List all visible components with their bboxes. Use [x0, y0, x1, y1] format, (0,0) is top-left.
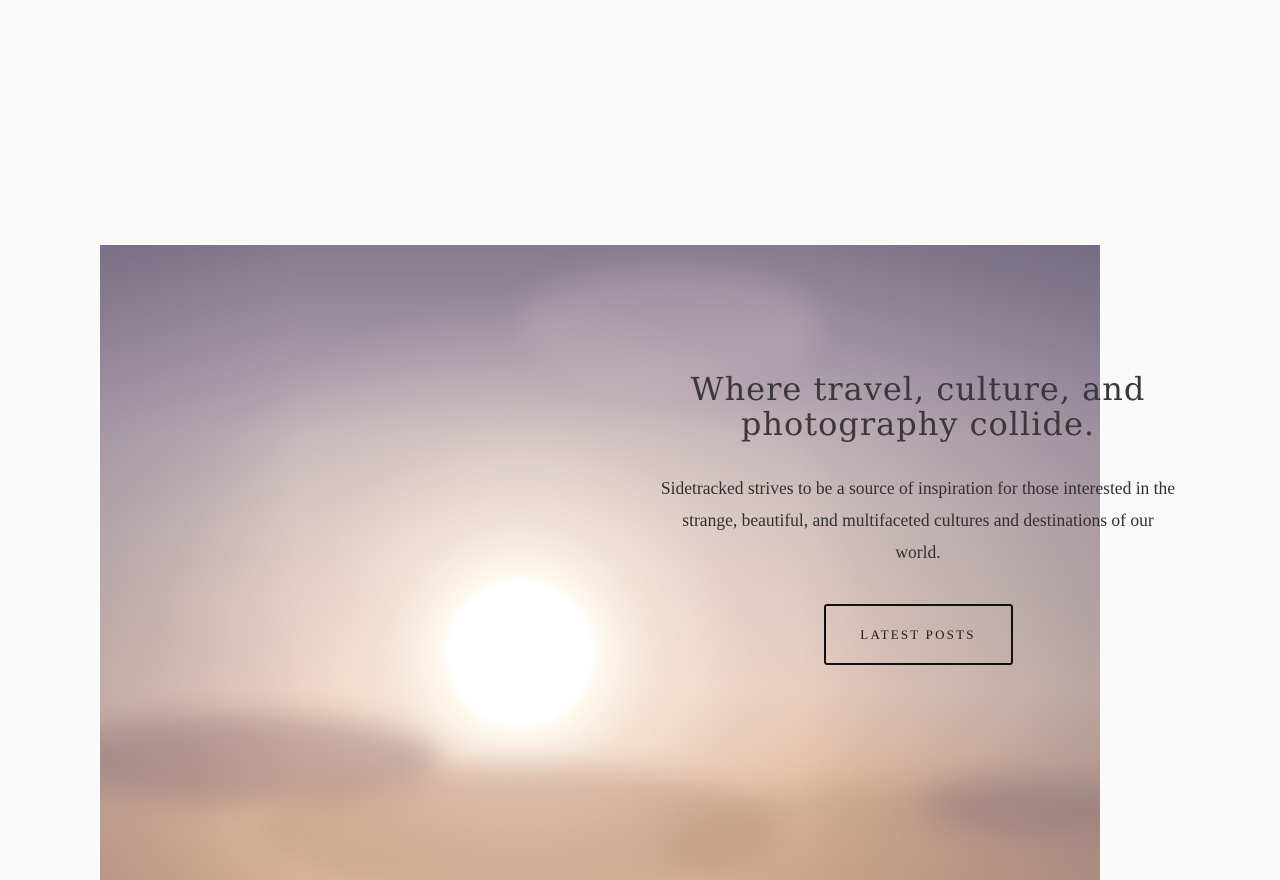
hero-subtitle: Sidetracked strives to be a source of in…: [660, 478, 1176, 562]
page: Where travel, culture, and photography c…: [0, 0, 1280, 880]
hero-title: Where travel, culture, and photography c…: [690, 370, 1146, 443]
hero-content: Where travel, culture, and photography c…: [658, 372, 1178, 665]
latest-posts-button[interactable]: LATEST POSTS: [823, 604, 1013, 665]
